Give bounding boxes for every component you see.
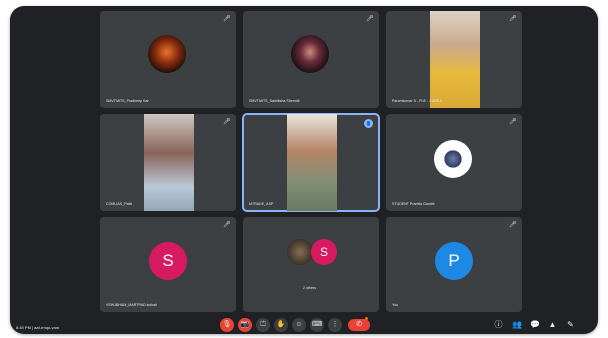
mic-off-icon: 🎤︎	[223, 16, 231, 22]
participant-tile[interactable]: 🎤︎ SMVTMITS_Samiksha Shemdk	[243, 11, 379, 108]
participant-video	[144, 114, 194, 211]
mic-off-icon: 🎤︎	[509, 222, 517, 228]
control-bar: 8:45 PM | aaf-rmqu-vam 🎙 📷 ⏍ ✋ ☺ ⌨ ⋮ ✆ ⓘ…	[10, 312, 598, 334]
reactions-button[interactable]: ☺	[292, 318, 306, 332]
logo-icon	[444, 148, 462, 170]
participant-name: STUDENT Pramila Gandle	[392, 202, 435, 206]
participant-avatar	[148, 35, 186, 73]
mic-off-icon: 🎤︎	[509, 119, 517, 125]
mic-off-icon: 🎤︎	[223, 119, 231, 125]
participant-avatar	[434, 140, 472, 178]
activities-icon[interactable]: ▲	[548, 319, 557, 331]
mic-off-icon: 🎤︎	[223, 222, 231, 228]
participant-avatar: P	[435, 242, 473, 280]
participant-avatar: S	[149, 242, 187, 280]
participant-tile[interactable]: 🎤︎ COMLIAS_Patki	[100, 114, 236, 211]
present-button[interactable]: ⌨	[310, 318, 324, 332]
participant-tile[interactable]: 🎤︎ SMVTMITS_Pradheep Kar	[100, 11, 236, 108]
participant-avatar	[291, 35, 329, 73]
participant-name: SMVTMITS_Samiksha Shemdk	[249, 99, 300, 103]
participant-avatar: S	[311, 239, 337, 265]
participant-tile[interactable]: 🎤︎ Paramkumar S - PLE - 3 AREA	[386, 11, 522, 108]
participant-video	[430, 11, 480, 108]
participant-name: SMVTMITS_Pradheep Kar	[106, 99, 149, 103]
participant-tile[interactable]: S 🎤︎ VSHUBHAM_MARTPAD kolhati	[100, 217, 236, 312]
others-tile[interactable]: S 2 others	[243, 217, 379, 312]
participant-tile[interactable]: 🎤︎ STUDENT Pramila Gandle	[386, 114, 522, 211]
meeting-window: 🎤︎ SMVTMITS_Pradheep Kar 🎤︎ SMVTMITS_Sam…	[10, 6, 598, 334]
leave-call-button[interactable]: ✆	[348, 319, 370, 331]
self-tile[interactable]: P 🎤︎ You	[386, 217, 522, 312]
participant-name: You	[392, 303, 399, 307]
participant-name: VSHUBHAM_MARTPAD kolhati	[106, 303, 157, 307]
mic-off-icon: 🎤︎	[366, 16, 374, 22]
mic-off-icon: 🎤︎	[509, 16, 517, 22]
captions-button[interactable]: ⏍	[256, 318, 270, 332]
people-icon[interactable]: 👥	[512, 319, 522, 331]
participant-name: Paramkumar S - PLE - 3 AREA	[392, 99, 442, 103]
participant-video	[287, 114, 337, 211]
camera-button[interactable]: 📷	[238, 318, 252, 332]
participant-tile-speaking[interactable]: MTRADE_ASP	[242, 113, 380, 212]
raise-hand-button[interactable]: ✋	[274, 318, 288, 332]
participant-name: MTRADE_ASP	[249, 202, 274, 206]
mic-button[interactable]: 🎙	[220, 318, 234, 332]
participant-name: COMLIAS_Patki	[106, 202, 133, 206]
participant-avatar	[287, 239, 313, 265]
more-options-button[interactable]: ⋮	[328, 318, 342, 332]
others-count: 2 others	[303, 286, 316, 290]
speaking-indicator-icon	[364, 119, 373, 128]
host-controls-icon[interactable]: ✎	[566, 319, 575, 331]
chat-icon[interactable]: 💬	[530, 319, 540, 331]
meeting-info-icon[interactable]: ⓘ	[494, 319, 503, 331]
meeting-time-code: 8:45 PM | aaf-rmqu-vam	[16, 325, 60, 330]
